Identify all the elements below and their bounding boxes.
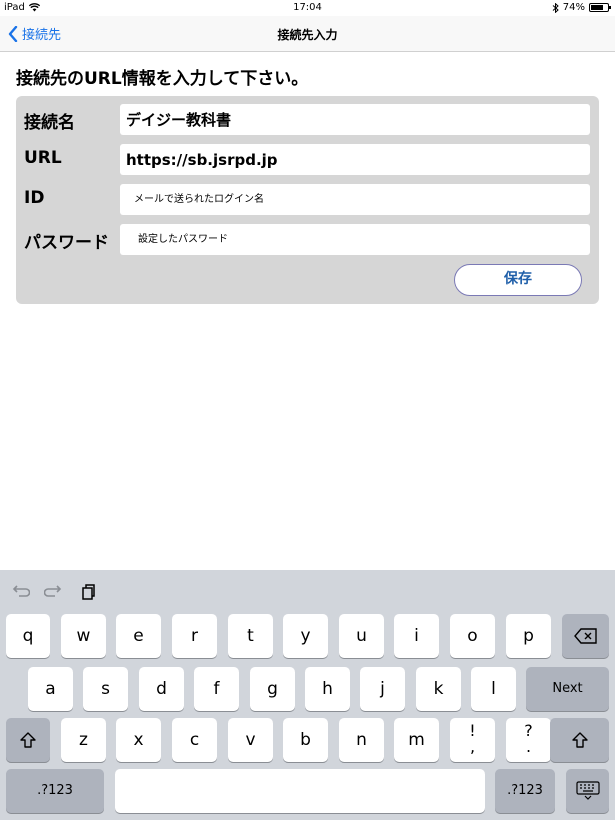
id-field[interactable] <box>120 184 590 215</box>
key-y[interactable]: y <box>283 614 328 658</box>
key-w[interactable]: w <box>61 614 106 658</box>
paste-icon[interactable] <box>78 582 98 602</box>
form-row-url: URL <box>16 144 599 176</box>
page-title: 接続先入力 <box>277 28 338 42</box>
key-c[interactable]: c <box>172 718 217 762</box>
id-label: ID <box>24 188 45 208</box>
shift-key-left[interactable] <box>6 718 50 762</box>
navigation-bar: 接続先 接続先入力 <box>0 16 615 52</box>
key-u[interactable]: u <box>339 614 384 658</box>
key-b[interactable]: b <box>283 718 328 762</box>
key-a[interactable]: a <box>28 667 73 711</box>
keyboard-hide-icon <box>575 781 600 800</box>
key-n[interactable]: n <box>339 718 384 762</box>
connection-name-field[interactable] <box>120 104 590 135</box>
backspace-icon <box>573 628 597 644</box>
key-x[interactable]: x <box>116 718 161 762</box>
key-q[interactable]: q <box>6 614 50 658</box>
key-exclamation-comma[interactable]: ! , <box>450 718 495 762</box>
key-g[interactable]: g <box>250 667 295 711</box>
connection-name-label: 接続名 <box>24 113 75 133</box>
status-time: 17:04 <box>293 2 322 13</box>
key-i[interactable]: i <box>394 614 439 658</box>
backspace-key[interactable] <box>562 614 609 658</box>
form-row-connection-name: 接続名 <box>16 104 599 136</box>
bluetooth-icon <box>552 2 559 13</box>
redo-icon[interactable] <box>44 582 64 602</box>
undo-icon[interactable] <box>10 582 30 602</box>
battery-percent: 74% <box>562 2 585 13</box>
form-row-id: ID <box>16 184 599 216</box>
key-question-period[interactable]: ? . <box>506 718 551 762</box>
shift-icon <box>20 732 36 748</box>
keyboard-toolbar <box>10 582 98 602</box>
key-o[interactable]: o <box>450 614 495 658</box>
key-period-label: . <box>525 737 532 756</box>
password-field[interactable] <box>120 224 590 255</box>
key-d[interactable]: d <box>139 667 184 711</box>
shift-icon <box>571 732 588 748</box>
connection-form: 接続名 URL ID パスワード 保存 <box>16 96 599 304</box>
on-screen-keyboard: q w e r t y u i o p a s d f g h j k l Ne… <box>0 570 615 820</box>
url-label: URL <box>24 148 62 168</box>
save-button[interactable]: 保存 <box>454 264 582 296</box>
key-m[interactable]: m <box>394 718 439 762</box>
form-row-password: パスワード <box>16 224 599 256</box>
key-v[interactable]: v <box>228 718 273 762</box>
url-field[interactable] <box>120 144 590 175</box>
instruction-text: 接続先のURL情報を入力して下さい。 <box>16 69 309 89</box>
key-j[interactable]: j <box>360 667 405 711</box>
key-k[interactable]: k <box>416 667 461 711</box>
key-z[interactable]: z <box>61 718 106 762</box>
password-label: パスワード <box>24 233 109 253</box>
key-f[interactable]: f <box>194 667 239 711</box>
status-bar: iPad 17:04 74% <box>0 0 615 16</box>
key-s[interactable]: s <box>83 667 128 711</box>
key-p[interactable]: p <box>506 614 551 658</box>
battery-icon <box>589 3 611 12</box>
key-h[interactable]: h <box>305 667 350 711</box>
numbers-key-right[interactable]: .?123 <box>495 769 555 813</box>
shift-key-right[interactable] <box>550 718 609 762</box>
numbers-key-left[interactable]: .?123 <box>6 769 104 813</box>
dismiss-keyboard-key[interactable] <box>566 769 609 813</box>
key-l[interactable]: l <box>471 667 516 711</box>
space-key[interactable] <box>115 769 485 813</box>
key-e[interactable]: e <box>116 614 161 658</box>
key-comma-label: , <box>469 737 476 756</box>
key-r[interactable]: r <box>172 614 217 658</box>
key-t[interactable]: t <box>228 614 273 658</box>
next-key[interactable]: Next <box>526 667 609 711</box>
